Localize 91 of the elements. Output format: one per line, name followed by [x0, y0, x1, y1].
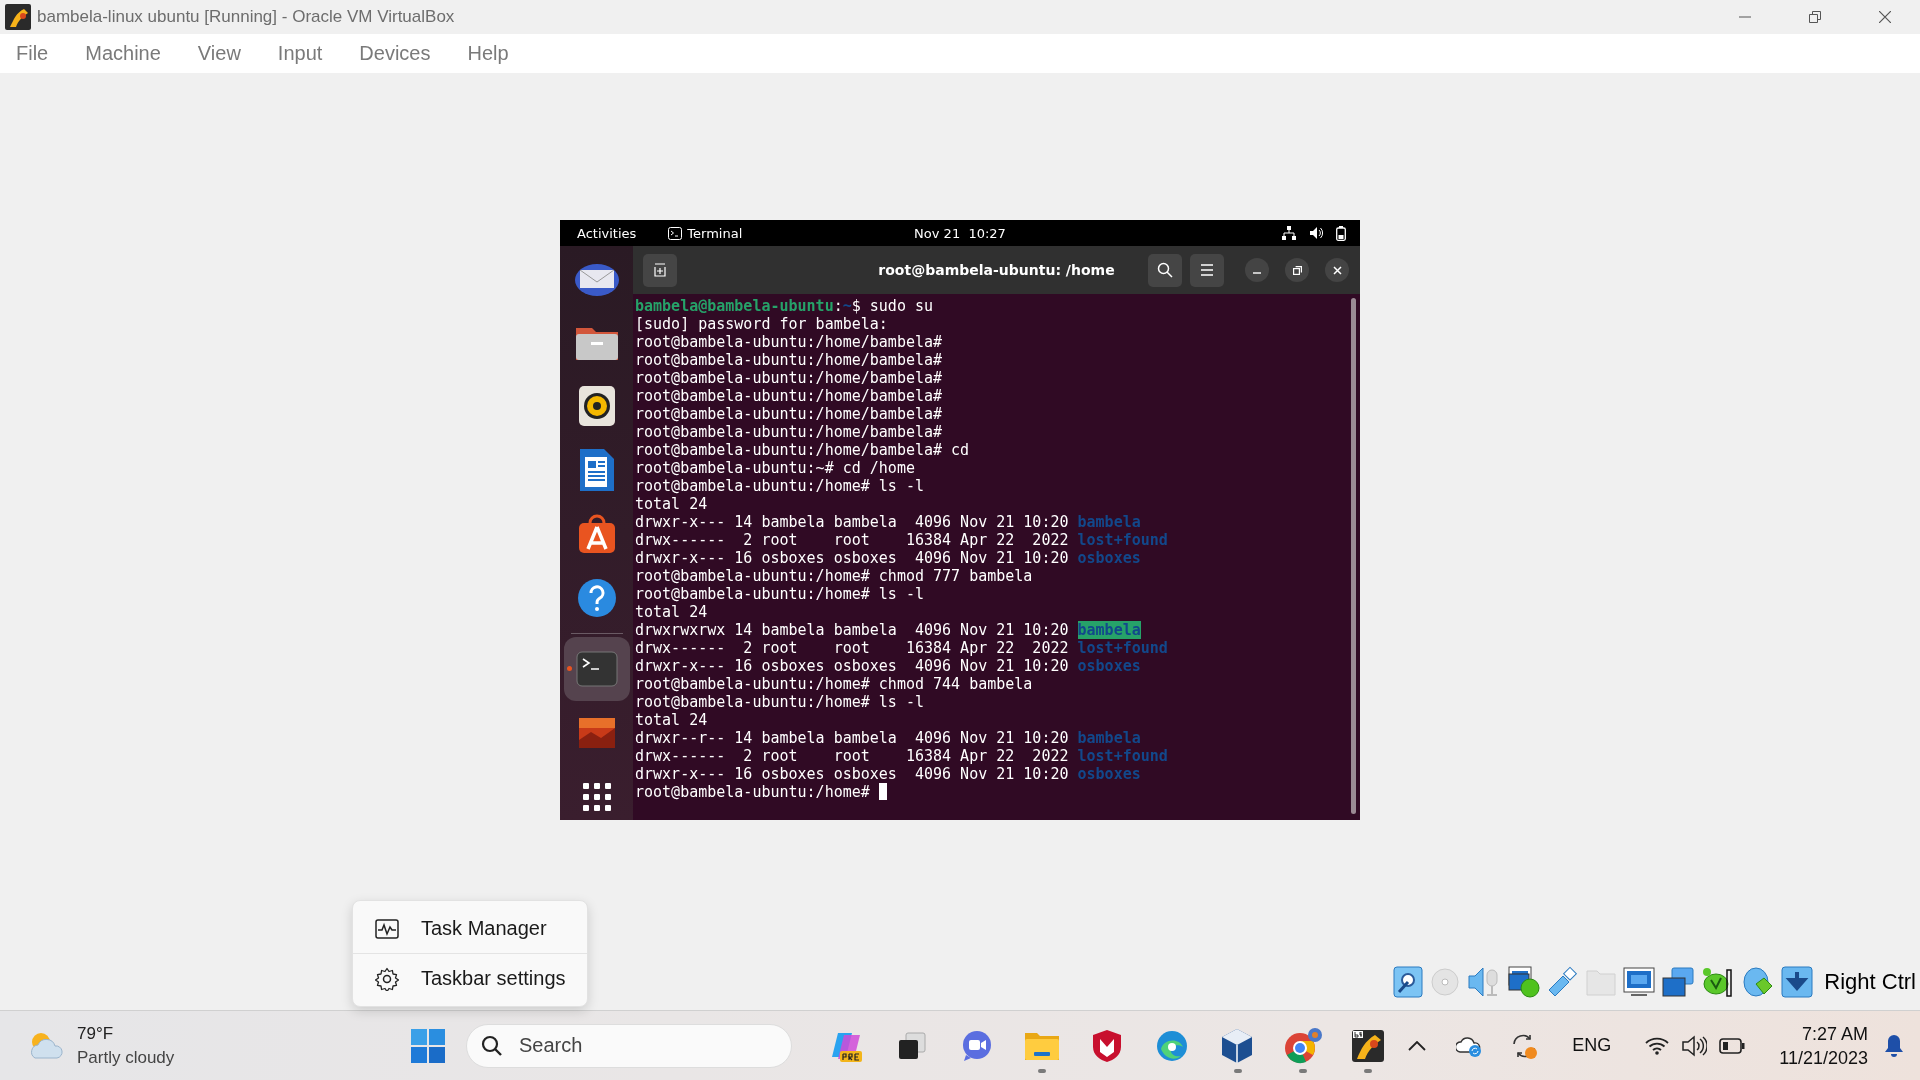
menu-item[interactable]: File [5, 42, 60, 65]
restore-icon [1809, 11, 1821, 23]
terminal-line: root@bambela-ubuntu:~# cd /home [635, 459, 915, 477]
app-logo-icon [4, 3, 32, 31]
pulse-chart-icon [375, 918, 399, 939]
document-icon [577, 447, 616, 493]
terminal-line: root@bambela-ubuntu:/home/bambela# [635, 333, 943, 351]
terminal-line: drwxrwxrwx 14 bambela bambela 4096 Nov 21 10:20 bambela [635, 621, 1141, 639]
terminal-line: root@bambela-ubuntu:/home# chmod 744 bambela [635, 675, 1033, 693]
close-icon [1332, 265, 1342, 275]
settings-icon [375, 966, 399, 991]
landscape-icon [578, 718, 615, 748]
clock[interactable]: Nov 21 10:27 [914, 225, 1006, 241]
notification-bell-icon[interactable] [1884, 1033, 1904, 1058]
close-button[interactable] [1325, 258, 1349, 282]
terminal-line: root@bambela-ubuntu:/home# [635, 783, 887, 801]
chevron-up-icon [1408, 1040, 1427, 1051]
app-menu-label[interactable]: Terminal [687, 225, 743, 241]
restore-icon [1292, 265, 1302, 275]
volume-icon [1309, 226, 1323, 240]
usb-icon[interactable] [1547, 966, 1580, 998]
terminal-line: total 24 [635, 603, 708, 621]
terminal-line: drwxr--r-- 14 bambela bambela 4096 Nov 21 10:20 bambela [635, 729, 1141, 747]
menu-item[interactable]: View [186, 42, 252, 65]
minimize-button[interactable] [1245, 258, 1269, 282]
terminal-icon [575, 651, 618, 687]
vm-app-icon [1350, 1028, 1385, 1063]
terminal-line: drwxr-x--- 16 osboxes osboxes 4096 Nov 21 10:20 osboxes [635, 657, 1141, 675]
terminal-line: drwxr-x--- 14 bambela bambela 4096 Nov 21 10:20 bambela [635, 513, 1141, 531]
network-icon[interactable] [1508, 966, 1541, 998]
activities-button[interactable]: Activities [573, 223, 641, 243]
terminal-line: drwxr-x--- 16 osboxes osboxes 4096 Nov 21 10:20 osboxes [635, 549, 1141, 567]
cube-icon [1221, 1027, 1254, 1064]
clock-date[interactable]: 11/21/2023 [1779, 1045, 1868, 1070]
context-menu-item[interactable]: Task Manager [353, 904, 587, 953]
shield-icon [1092, 1028, 1123, 1063]
scrollbar[interactable] [1351, 298, 1356, 814]
context-menu-item[interactable]: Taskbar settings [353, 953, 587, 1003]
new-tab-icon [653, 263, 667, 277]
app-grid-icon [581, 782, 612, 812]
shopping-bag-icon [576, 513, 617, 555]
terminal-icon [668, 226, 683, 240]
screens-icon[interactable] [1662, 966, 1695, 998]
speaker-icon [576, 384, 617, 428]
window-title: bambela-linux ubuntu [Running] - Oracle VM VirtualBox [37, 7, 455, 27]
terminal-line: root@bambela-ubuntu:/home/bambela# [635, 405, 943, 423]
language-indicator[interactable]: ENG [1564, 1020, 1620, 1071]
terminal-line: drwxr-x--- 16 osboxes osboxes 4096 Nov 21 10:20 osboxes [635, 765, 1141, 783]
menu-item[interactable]: Devices [348, 42, 442, 65]
terminal-line: root@bambela-ubuntu:/home/bambela# [635, 369, 943, 387]
clock-time[interactable]: 7:27 AM [1801, 1021, 1868, 1046]
terminal-line: drwx------ 2 root root 16384 Apr 22 2022 lost+found [635, 747, 1168, 765]
terminal-title: root@bambela-ubuntu: /home [878, 262, 1115, 278]
temperature[interactable]: 79°F [77, 1021, 175, 1046]
host-key-label: Right Ctrl [1824, 969, 1916, 995]
terminal-line: root@bambela-ubuntu:/home/bambela# [635, 351, 943, 369]
search-field[interactable]: Search [465, 1023, 792, 1068]
search-button[interactable] [1148, 253, 1182, 287]
terminal-line: drwx------ 2 root root 16384 Apr 22 2022 lost+found [635, 639, 1168, 657]
menu-item[interactable]: Help [456, 42, 520, 65]
swirl-icon [1155, 1028, 1190, 1063]
terminal-line: drwx------ 2 root root 16384 Apr 22 2022 lost+found [635, 531, 1168, 549]
monitor-icon[interactable] [1623, 966, 1656, 998]
close-icon [1879, 11, 1891, 23]
menu-item[interactable]: Machine [74, 42, 172, 65]
terminal-line: total 24 [635, 495, 708, 513]
maximize-button[interactable] [1285, 258, 1309, 282]
question-mark-icon [575, 577, 618, 619]
network-icon [1282, 226, 1296, 240]
terminal-line: [sudo] password for bambela: [635, 315, 888, 333]
battery-icon [1336, 225, 1346, 241]
terminal-line: root@bambela-ubuntu:/home# ls -l [635, 585, 924, 603]
menu-item[interactable]: Input [266, 42, 334, 65]
weather-condition[interactable]: Partly cloudy [77, 1045, 175, 1070]
terminal-line: root@bambela-ubuntu:/home# ls -l [635, 477, 924, 495]
terminal-line: root@bambela-ubuntu:/home# ls -l [635, 693, 924, 711]
menu-button[interactable] [1190, 253, 1224, 287]
browser-icon [1282, 1026, 1323, 1065]
terminal-line: root@bambela-ubuntu:/home/bambela# [635, 423, 943, 441]
start-button[interactable] [409, 1027, 446, 1064]
terminal-line: total 24 [635, 711, 708, 729]
terminal-line: root@bambela-ubuntu:/home/bambela# cd [635, 441, 970, 459]
menu-icon [1200, 264, 1214, 276]
download-icon[interactable] [1781, 966, 1814, 998]
terminal-line: root@bambela-ubuntu:/home/bambela# [635, 387, 943, 405]
new-tab-button[interactable] [643, 253, 677, 287]
terminal-line: bambela@bambela-ubuntu:~$ sudo su [635, 297, 934, 315]
windows-logo-icon [409, 1027, 446, 1064]
terminal-line: root@bambela-ubuntu:/home# chmod 777 bambela [635, 567, 1033, 585]
task-view-icon [896, 1030, 927, 1061]
search-icon [1157, 262, 1173, 278]
